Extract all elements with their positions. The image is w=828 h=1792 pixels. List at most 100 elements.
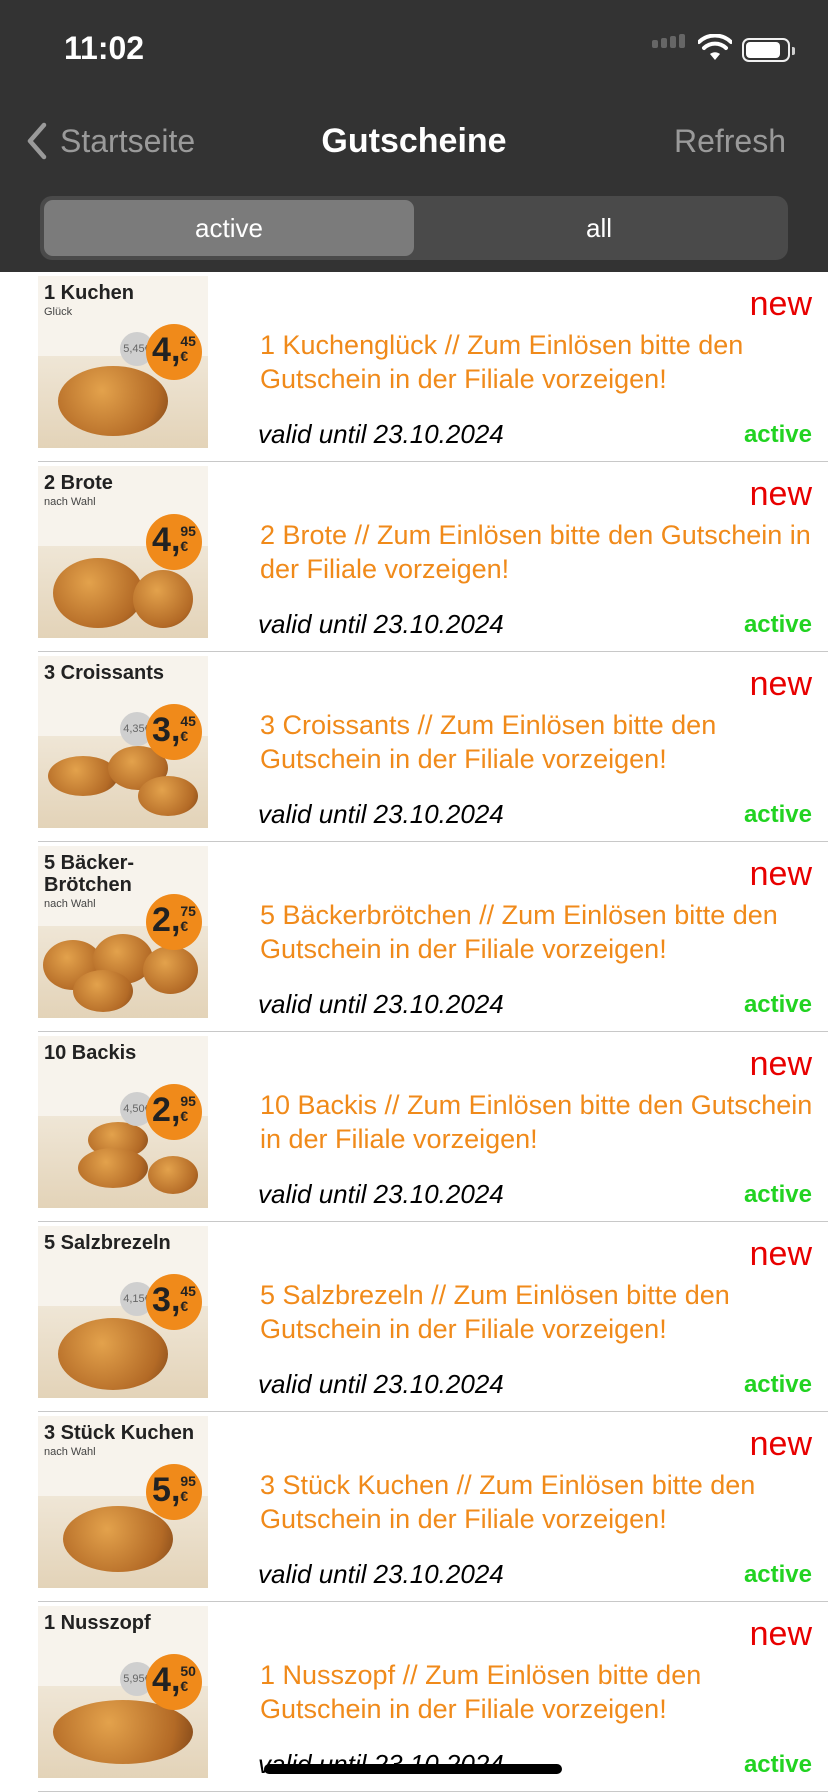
bread-shape: [58, 1318, 168, 1390]
price-main: 4,: [152, 331, 181, 369]
coupon-image-footer: [38, 1778, 208, 1788]
coupon-validity: valid until 23.10.2024: [258, 799, 504, 829]
price-main: 4,: [152, 1661, 181, 1699]
price-currency: €: [180, 1488, 189, 1504]
coupon-row[interactable]: 5 Salzbrezeln 4,15€ 3, 45 € new 5 Salzbr…: [38, 1222, 828, 1412]
bread-shape: [73, 970, 133, 1012]
bread-shape: [58, 366, 168, 436]
price-currency: €: [180, 1108, 189, 1124]
price-main: 3,: [152, 711, 181, 749]
price-cents: 45: [180, 713, 196, 729]
coupon-image-footer: [38, 448, 208, 458]
bread-shape: [48, 756, 118, 796]
coupon-validity: valid until 23.10.2024: [258, 609, 504, 639]
coupon-image-footer: [38, 1398, 208, 1408]
coupon-description: 1 Kuchenglück // Zum Einlösen bitte den …: [260, 330, 744, 394]
coupon-description: 10 Backis // Zum Einlösen bitte den Guts…: [260, 1090, 813, 1154]
coupon-image: 1 Nusszopf 5,95€ 4, 50 €: [38, 1606, 208, 1788]
coupon-row[interactable]: 5 Bäcker- Brötchen nach Wahl 2, 75 € new…: [38, 842, 828, 1032]
bread-shape: [78, 1148, 148, 1188]
bread-shape: [138, 776, 198, 816]
price-currency: €: [180, 1298, 189, 1314]
price-main: 4,: [152, 521, 181, 559]
coupon-validity: valid until 23.10.2024: [258, 419, 504, 449]
price-badge: 3, 45 €: [146, 1274, 202, 1330]
coupon-list: 1 Kuchen Glück 5,45€ 4, 45 € new 1 Kuche…: [0, 272, 828, 1792]
chevron-left-icon: [27, 122, 47, 160]
price-badge: 2, 95 €: [146, 1084, 202, 1140]
coupon-image-subtitle: nach Wahl: [44, 496, 96, 508]
price-currency: €: [180, 348, 189, 364]
coupon-row[interactable]: 1 Kuchen Glück 5,45€ 4, 45 € new 1 Kuche…: [38, 272, 828, 462]
coupon-image-footer: [38, 828, 208, 838]
coupon-row[interactable]: 10 Backis 4,50€ 2, 95 € new 10 Backis //…: [38, 1032, 828, 1222]
price-badge: 4, 95 €: [146, 514, 202, 570]
coupon-image: 3 Stück Kuchen nach Wahl 5, 95 €: [38, 1416, 208, 1598]
coupon-description: 5 Bäckerbrötchen // Zum Einlösen bitte d…: [260, 900, 778, 964]
coupon-validity: valid until 23.10.2024: [258, 1369, 504, 1399]
coupon-image: 5 Bäcker- Brötchen nach Wahl 2, 75 €: [38, 846, 208, 1028]
price-cents: 75: [180, 903, 196, 919]
bread-shape: [143, 946, 198, 994]
segment-active[interactable]: active: [44, 200, 414, 256]
filter-segmented-control: active all: [40, 196, 788, 260]
header-bar: 11:02 Startseite Gutscheine Refresh acti…: [0, 0, 828, 272]
price-cents: 50: [180, 1663, 196, 1679]
price-cents: 95: [180, 1093, 196, 1109]
new-badge: new: [749, 1425, 812, 1463]
coupon-status: active: [743, 1181, 812, 1208]
coupon-row[interactable]: 3 Stück Kuchen nach Wahl 5, 95 € new 3 S…: [38, 1412, 828, 1602]
coupon-image-subtitle: nach Wahl: [44, 1446, 96, 1458]
coupon-status: active: [743, 1751, 812, 1778]
coupon-status: active: [743, 1371, 812, 1398]
price-currency: €: [180, 538, 189, 554]
refresh-button[interactable]: Refresh: [674, 118, 786, 164]
price-badge: 5, 95 €: [146, 1464, 202, 1520]
coupon-image-title: 1 Nusszopf: [44, 1612, 151, 1634]
battery-icon: [742, 38, 795, 62]
price-badge: 2, 75 €: [146, 894, 202, 950]
new-badge: new: [749, 1045, 812, 1083]
coupon-image-title: 3 Stück Kuchen: [44, 1422, 195, 1444]
coupon-image-title: 3 Croissants: [44, 662, 165, 684]
segment-all[interactable]: all: [414, 200, 784, 256]
bread-shape: [133, 570, 193, 628]
back-label: Startseite: [60, 122, 196, 159]
coupon-image: 2 Brote nach Wahl 4, 95 €: [38, 466, 208, 648]
coupon-image-footer: [38, 638, 208, 648]
coupon-row[interactable]: 2 Brote nach Wahl 4, 95 € new 2 Brote //…: [38, 462, 828, 652]
new-badge: new: [749, 1235, 812, 1273]
wifi-icon: [698, 34, 732, 60]
coupon-description: 5 Salzbrezeln // Zum Einlösen bitte den …: [260, 1280, 730, 1344]
coupon-description: 2 Brote // Zum Einlösen bitte den Gutsch…: [260, 520, 811, 584]
price-currency: €: [180, 728, 189, 744]
coupon-description: 3 Stück Kuchen // Zum Einlösen bitte den…: [260, 1470, 756, 1534]
price-main: 2,: [152, 1091, 181, 1129]
price-cents: 95: [180, 523, 196, 539]
coupon-image-title: 10 Backis: [44, 1042, 137, 1064]
new-badge: new: [749, 665, 812, 703]
coupon-description: 1 Nusszopf // Zum Einlösen bitte den Gut…: [260, 1660, 702, 1724]
price-main: 3,: [152, 1281, 181, 1319]
new-badge: new: [749, 855, 812, 893]
status-time: 11:02: [64, 30, 145, 66]
price-cents: 95: [180, 1473, 196, 1489]
price-badge: 4, 50 €: [146, 1654, 202, 1710]
coupon-image: 1 Kuchen Glück 5,45€ 4, 45 €: [38, 276, 208, 458]
coupon-row[interactable]: 3 Croissants 4,35€ 3, 45 € new 3 Croissa…: [38, 652, 828, 842]
price-badge: 4, 45 €: [146, 324, 202, 380]
price-currency: €: [180, 918, 189, 934]
new-badge: new: [749, 285, 812, 323]
back-button[interactable]: Startseite: [24, 118, 195, 164]
coupon-validity: valid until 23.10.2024: [258, 989, 504, 1019]
coupon-image-subtitle: nach Wahl: [44, 898, 96, 910]
price-badge: 3, 45 €: [146, 704, 202, 760]
coupon-status: active: [743, 611, 812, 638]
coupon-validity: valid until 23.10.2024: [258, 1179, 504, 1209]
price-cents: 45: [180, 333, 196, 349]
coupon-image-footer: [38, 1018, 208, 1028]
coupon-status: active: [743, 991, 812, 1018]
home-indicator: [264, 1764, 562, 1774]
coupon-description: 3 Croissants // Zum Einlösen bitte den G…: [260, 710, 717, 774]
coupon-image: 3 Croissants 4,35€ 3, 45 €: [38, 656, 208, 838]
